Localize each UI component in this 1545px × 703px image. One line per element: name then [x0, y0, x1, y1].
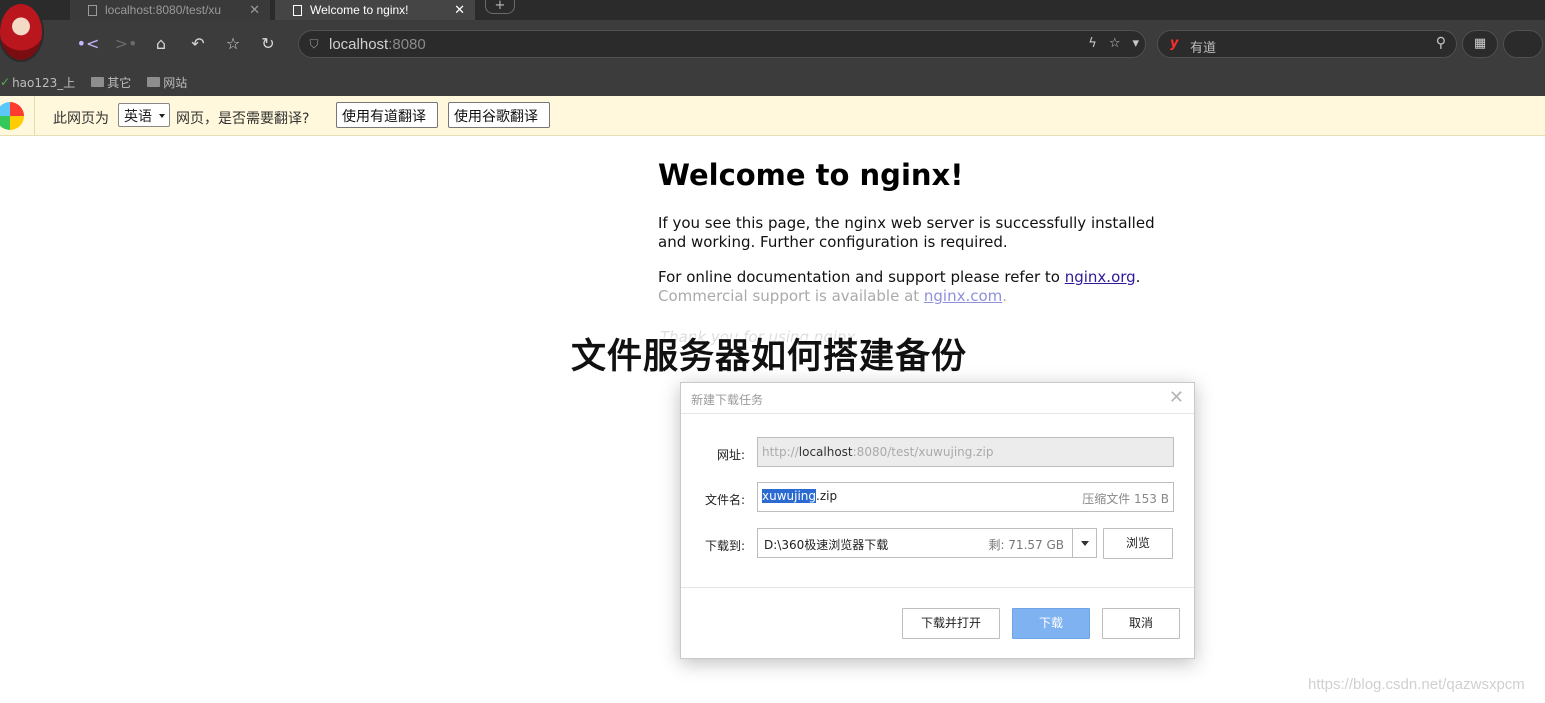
- search-engine-label: 有道: [1190, 41, 1217, 56]
- close-icon[interactable]: ✕: [249, 2, 260, 18]
- destination-path: D:\360极速浏览器下载: [764, 538, 889, 552]
- url-label: 网址:: [716, 448, 745, 462]
- chevron-down-icon[interactable]: [1072, 529, 1096, 557]
- translate-pinwheel-icon: [0, 102, 24, 130]
- file-icon: [293, 4, 302, 16]
- bookmark-folder-sites[interactable]: 网站: [147, 74, 187, 91]
- divider: [681, 587, 1194, 588]
- intro-paragraph: If you see this page, the nginx web serv…: [658, 214, 1155, 251]
- bookmark-star-icon[interactable]: ☆: [1109, 35, 1121, 53]
- filename-label: 文件名:: [704, 493, 745, 507]
- tab-localhost-test[interactable]: localhost:8080/test/xu ✕: [70, 0, 270, 20]
- download-dialog: 新建下载任务 ✕ 网址: http://localhost:8080/test/…: [680, 382, 1195, 659]
- bookmarks-bar: ✓ hao123_上 其它 网站: [0, 68, 1545, 96]
- close-icon[interactable]: ✕: [1169, 387, 1184, 408]
- docs-paragraph: For online documentation and support ple…: [658, 268, 1178, 287]
- nginx-com-link[interactable]: nginx.com: [924, 287, 1002, 305]
- nginx-org-link[interactable]: nginx.org: [1065, 268, 1136, 286]
- address-host: localhost: [329, 36, 389, 53]
- commercial-text: Commercial support is available at: [658, 287, 924, 305]
- file-info: 压缩文件 153 B: [1082, 492, 1169, 506]
- commercial-suffix: .: [1002, 287, 1008, 305]
- tab-strip: localhost:8080/test/xu ✕ Welcome to ngin…: [0, 0, 1545, 20]
- docs-suffix: .: [1135, 268, 1141, 286]
- folder-icon: [91, 77, 105, 87]
- forward-icon[interactable]: >•: [113, 32, 139, 56]
- address-bar[interactable]: ⛉ localhost:8080 ϟ ☆ ▾: [298, 30, 1146, 58]
- tab-title: localhost:8080/test/xu: [105, 3, 222, 17]
- new-tab-button[interactable]: +: [485, 0, 515, 14]
- bookmark-label: hao123_上: [12, 75, 76, 90]
- translate-prompt-suffix: 网页，是否需要翻译?: [176, 111, 310, 127]
- undo-close-tab-icon[interactable]: ↶: [185, 32, 211, 56]
- apps-grid-icon[interactable]: ▦: [1462, 30, 1498, 58]
- language-value: 英语: [124, 109, 152, 125]
- docs-text: For online documentation and support ple…: [658, 268, 1065, 286]
- dialog-header: 新建下载任务 ✕: [681, 383, 1194, 414]
- address-text[interactable]: localhost:8080: [329, 36, 426, 53]
- cancel-button[interactable]: 取消: [1102, 608, 1180, 639]
- security-shield-icon[interactable]: ⛉: [307, 36, 321, 52]
- browser-toolbar: •< >• ⌂ ↶ ☆ ↻ ⛉ localhost:8080 ϟ ☆ ▾ y 有…: [0, 2, 1545, 68]
- folder-icon: [147, 77, 161, 87]
- overlay-title: 文件服务器如何搭建备份: [571, 337, 968, 377]
- download-and-open-button[interactable]: 下载并打开: [902, 608, 1000, 639]
- youdao-logo-icon: y: [1170, 36, 1179, 51]
- filename-selected-text: xuwujing: [762, 489, 817, 503]
- back-icon[interactable]: •<: [75, 32, 101, 56]
- favorites-star-icon[interactable]: ☆: [220, 32, 246, 56]
- google-translate-button[interactable]: 使用谷歌翻译: [448, 102, 550, 128]
- tab-title: Welcome to nginx!: [310, 3, 409, 17]
- commercial-paragraph: Commercial support is available at nginx…: [658, 287, 1178, 306]
- hao123-icon: ✓: [0, 75, 11, 89]
- bookmark-label: 其它: [107, 75, 132, 90]
- browse-button[interactable]: 浏览: [1103, 528, 1173, 559]
- url-field: http://localhost:8080/test/xuwujing.zip: [757, 437, 1174, 467]
- translate-prompt-prefix: 此网页为: [53, 111, 109, 127]
- free-space: 剩: 71.57 GB: [988, 538, 1064, 552]
- tab-welcome-nginx[interactable]: Welcome to nginx! ✕: [275, 0, 475, 20]
- page-heading: Welcome to nginx!: [658, 158, 964, 192]
- dialog-title: 新建下载任务: [691, 393, 764, 407]
- url-prefix: http://: [762, 445, 799, 459]
- language-select[interactable]: 英语: [118, 103, 170, 127]
- search-icon[interactable]: ⚲: [1436, 35, 1446, 51]
- destination-select[interactable]: D:\360极速浏览器下载 剩: 71.57 GB: [757, 528, 1097, 558]
- bookmark-folder-other[interactable]: 其它: [91, 74, 131, 91]
- user-avatar[interactable]: [0, 2, 44, 62]
- destination-label: 下载到:: [704, 539, 745, 553]
- bookmark-hao123[interactable]: ✓ hao123_上: [0, 74, 75, 91]
- download-button[interactable]: 下载: [1012, 608, 1090, 639]
- address-bar-actions: ϟ ☆ ▾: [1088, 35, 1139, 53]
- menu-button[interactable]: [1503, 30, 1543, 58]
- translate-bar: 此网页为 英语 网页，是否需要翻译? 使用有道翻译 使用谷歌翻译: [0, 96, 1545, 136]
- youdao-translate-button[interactable]: 使用有道翻译: [336, 102, 438, 128]
- nginx-welcome-content: Welcome to nginx! If you see this page, …: [658, 158, 1178, 322]
- home-icon[interactable]: ⌂: [148, 32, 174, 56]
- url-rest: :8080/test/xuwujing.zip: [852, 445, 994, 459]
- bookmark-label: 网站: [163, 75, 188, 90]
- url-host: localhost: [798, 445, 853, 459]
- watermark-text: https://blog.csdn.net/qazwsxpcm: [1308, 676, 1525, 693]
- filename-input[interactable]: xuwujing.zip 压缩文件 153 B: [757, 482, 1174, 512]
- close-icon[interactable]: ✕: [454, 2, 465, 18]
- search-bar[interactable]: y 有道 ⚲: [1157, 30, 1457, 58]
- chevron-down-icon: [159, 114, 165, 118]
- chevron-down-icon[interactable]: ▾: [1132, 35, 1139, 53]
- lightning-icon[interactable]: ϟ: [1088, 35, 1097, 53]
- address-port: :8080: [388, 36, 426, 53]
- filename-extension: .zip: [816, 489, 838, 503]
- reload-icon[interactable]: ↻: [255, 32, 281, 56]
- divider: [34, 96, 35, 136]
- file-icon: [88, 4, 97, 16]
